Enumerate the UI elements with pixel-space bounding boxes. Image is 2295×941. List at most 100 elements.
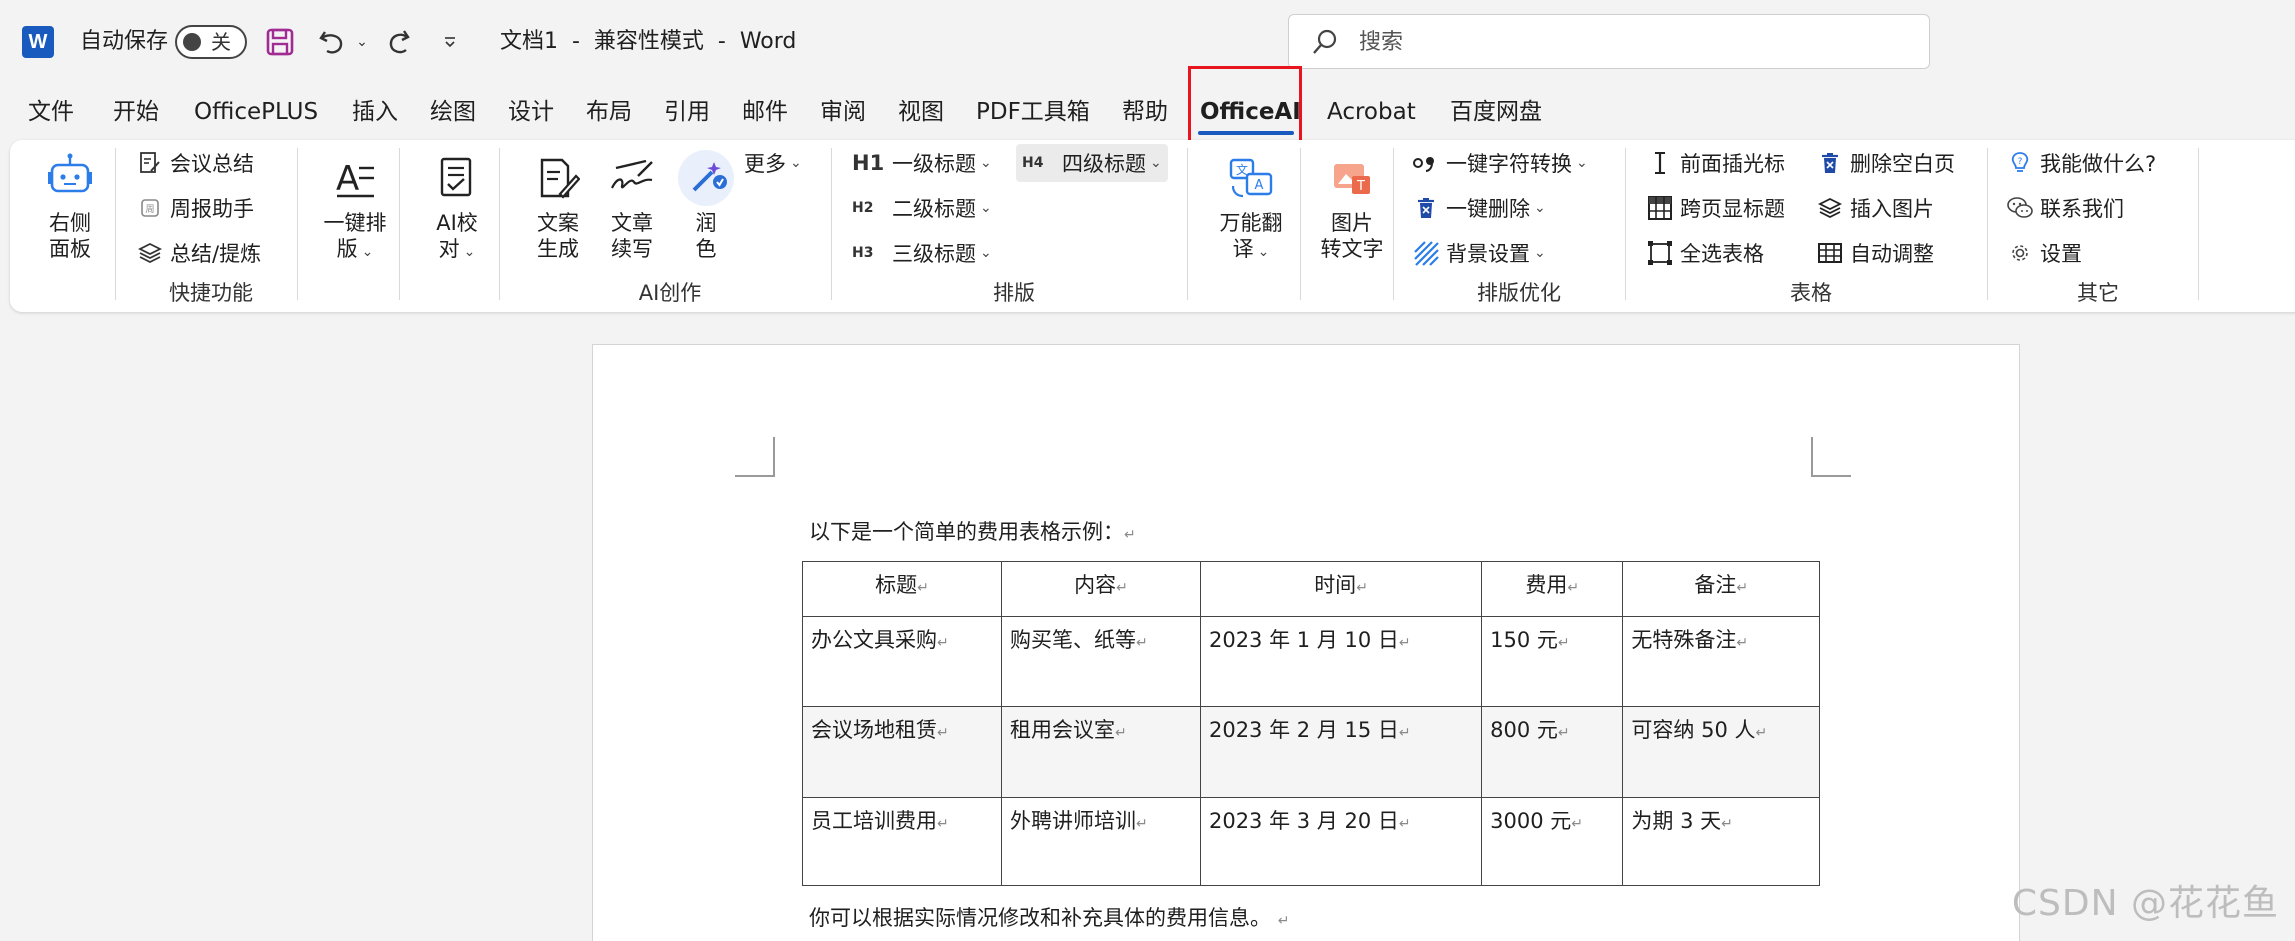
one-click-delete-button[interactable]: 一键删除 ⌄ — [1412, 191, 1546, 225]
ai-create-more-button[interactable]: 更多 ⌄ — [744, 146, 802, 180]
tab-baidu-netdisk[interactable]: 百度网盘 — [1450, 90, 1542, 134]
heading2-button[interactable]: H2 二级标题 ⌄ — [852, 191, 992, 225]
polish-button[interactable]: 润 色 — [668, 150, 744, 262]
redo-icon[interactable] — [380, 24, 420, 60]
search-input[interactable] — [1359, 25, 1899, 59]
word-logo-icon: W — [22, 26, 54, 58]
chevron-down-icon: ⌄ — [1150, 155, 1162, 171]
select-table-button[interactable]: 全选表格 — [1646, 236, 1764, 270]
article-continue-button[interactable]: 文章 续写 — [594, 150, 670, 262]
table-row: 员工培训费用↵ 外聘讲师培训↵ 2023 年 3 月 20 日↵ 3000 元↵… — [802, 797, 1820, 886]
wechat-icon — [2006, 194, 2034, 222]
chevron-down-icon: ⌄ — [361, 244, 374, 260]
tab-review[interactable]: 审阅 — [820, 90, 866, 134]
margin-corner-mark — [735, 437, 775, 477]
summarize-button[interactable]: 总结/提炼 — [136, 236, 261, 270]
insert-image-button[interactable]: 插入图片 — [1816, 191, 1934, 225]
intro-paragraph: 以下是一个简单的费用表格示例：↵ — [809, 517, 1136, 550]
contact-us-button[interactable]: 联系我们 — [2006, 191, 2124, 225]
undo-dropdown-chevron-icon[interactable]: ⌄ — [352, 24, 372, 60]
tab-file[interactable]: 文件 — [28, 90, 74, 134]
table-cell: 会议场地租赁↵ — [802, 706, 1002, 798]
paragraph-mark: ↵ — [1398, 725, 1411, 741]
copywriting-button[interactable]: 文案 生成 — [520, 150, 596, 262]
autosave-toggle[interactable]: 关 — [175, 25, 247, 59]
ai-proofread-button[interactable]: AI校 对 ⌄ — [412, 150, 502, 265]
copywriting-label: 文案 生成 — [537, 211, 579, 261]
tab-design[interactable]: 设计 — [508, 90, 554, 134]
side-panel-label: 右侧 面板 — [49, 211, 91, 261]
one-click-layout-button[interactable]: A 一键排 版 ⌄ — [310, 150, 400, 265]
weekly-icon: 周 — [136, 194, 164, 222]
cell-text: 可容纳 50 人 — [1631, 718, 1756, 742]
margin-corner-mark — [1811, 437, 1851, 477]
hatch-pattern-icon — [1412, 239, 1440, 267]
heading4-button[interactable]: H4 四级标题 ⌄ — [1016, 144, 1168, 182]
table-cell: 办公文具采购↵ — [802, 616, 1002, 707]
repeat-header-label: 跨页显标题 — [1680, 197, 1785, 221]
tab-acrobat[interactable]: Acrobat — [1327, 90, 1416, 134]
heading3-button[interactable]: H3 三级标题 ⌄ — [852, 236, 992, 270]
tab-pdf-toolbox[interactable]: PDF工具箱 — [976, 90, 1090, 134]
tab-home[interactable]: 开始 — [113, 90, 159, 134]
settings-button[interactable]: 设置 — [2006, 236, 2082, 270]
more-label: 更多 — [744, 152, 786, 176]
what-can-i-do-label: 我能做什么? — [2040, 152, 2157, 176]
weekly-report-button[interactable]: 周 周报助手 — [136, 191, 254, 225]
translate-text: 万能翻 译 — [1219, 211, 1283, 261]
tab-officeplus[interactable]: OfficePLUS — [194, 90, 318, 134]
layers-icon — [136, 239, 164, 267]
image-to-text-button[interactable]: T 图片 转文字 — [1304, 150, 1400, 262]
auto-fit-button[interactable]: 自动调整 — [1816, 236, 1934, 270]
background-settings-button[interactable]: 背景设置 ⌄ — [1412, 236, 1546, 270]
doc-pen-icon — [530, 150, 586, 206]
table-cell: 为期 3 天↵ — [1622, 797, 1820, 886]
tab-insert[interactable]: 插入 — [352, 90, 398, 134]
chevron-down-icon: ⌄ — [790, 155, 802, 171]
tab-help[interactable]: 帮助 — [1122, 90, 1168, 134]
meeting-summary-button[interactable]: 会议总结 — [136, 146, 254, 180]
char-convert-button[interactable]: 一键字符转换 ⌄ — [1412, 146, 1588, 180]
document-area: 以下是一个简单的费用表格示例：↵ 标题↵ 内容↵ 时间↵ 费用↵ 备注↵ 办公文… — [0, 312, 2295, 941]
paragraph-mark: ↵ — [937, 635, 949, 651]
document-page[interactable]: 以下是一个简单的费用表格示例：↵ 标题↵ 内容↵ 时间↵ 费用↵ 备注↵ 办公文… — [592, 344, 2020, 941]
delete-blank-page-label: 删除空白页 — [1850, 152, 1955, 176]
cell-text: 租用会议室 — [1009, 718, 1115, 742]
paragraph-mark: ↵ — [1124, 527, 1136, 543]
what-can-i-do-button[interactable]: ? 我能做什么? — [2006, 146, 2156, 180]
table-cell: 2023 年 3 月 20 日↵ — [1199, 797, 1483, 886]
side-panel-button[interactable]: 右侧 面板 — [30, 150, 110, 262]
summarize-label: 总结/提炼 — [170, 242, 262, 266]
delete-blank-page-button[interactable]: 删除空白页 — [1816, 146, 1955, 180]
repeat-header-button[interactable]: 跨页显标题 — [1646, 191, 1785, 225]
chevron-down-icon: ⌄ — [1576, 155, 1588, 171]
insert-cursor-before-button[interactable]: 前面插光标 — [1646, 146, 1785, 180]
paragraph-mark: ↵ — [1398, 816, 1411, 832]
tab-references[interactable]: 引用 — [664, 90, 710, 134]
one-click-layout-text: 一键排 版 — [323, 211, 387, 261]
group-label-layout: 排版 — [993, 281, 1035, 305]
group-label-other: 其它 — [2077, 281, 2119, 305]
save-icon[interactable] — [262, 24, 298, 60]
customize-qat-icon[interactable] — [436, 24, 464, 60]
tab-mailings[interactable]: 邮件 — [742, 90, 788, 134]
translate-button[interactable]: 文A 万能翻 译 ⌄ — [1202, 150, 1300, 265]
title-bar: W 自动保存 关 ⌄ 文档1 - 兼容性模式 - Word — [0, 0, 2295, 84]
tab-view[interactable]: 视图 — [898, 90, 944, 134]
paragraph-mark: ↵ — [917, 580, 929, 596]
undo-icon[interactable] — [312, 24, 352, 60]
table-grid-icon — [1816, 239, 1844, 267]
paragraph-mark: ↵ — [1135, 635, 1148, 651]
outro-paragraph: 你可以根据实际情况修改和补充具体的费用信息。 ↵ — [809, 903, 1289, 936]
tab-draw[interactable]: 绘图 — [430, 90, 476, 134]
ribbon-separator — [2198, 148, 2199, 300]
search-box[interactable] — [1288, 14, 1930, 69]
paragraph-mark: ↵ — [937, 816, 949, 832]
translate-label: 万能翻 译 ⌄ — [1202, 210, 1300, 265]
lightbulb-icon: ? — [2006, 149, 2034, 177]
heading1-button[interactable]: H1 一级标题 ⌄ — [852, 146, 992, 180]
tab-layout[interactable]: 布局 — [586, 90, 632, 134]
ai-proofread-label: AI校 对 ⌄ — [412, 210, 502, 265]
paragraph-mark: ↵ — [1356, 580, 1368, 596]
table-cell: 外聘讲师培训↵ — [1000, 797, 1201, 886]
